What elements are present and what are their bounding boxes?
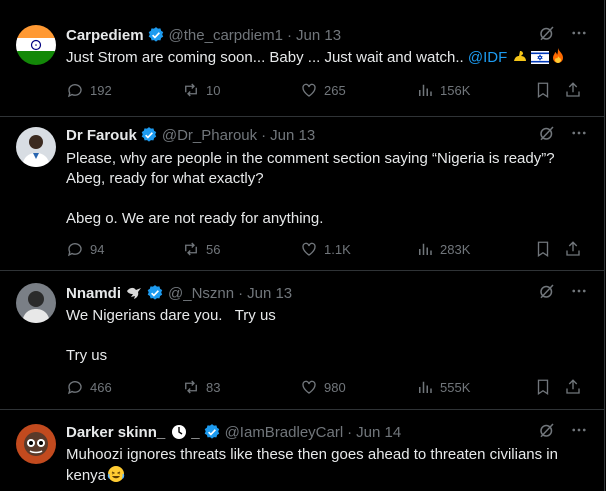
views-button[interactable]: 555K (416, 378, 470, 396)
bookmark-button[interactable] (534, 240, 552, 258)
author-name[interactable]: Carpediem (66, 27, 144, 44)
flexed-biceps-emoji-icon (511, 47, 529, 71)
more-options-icon[interactable] (570, 24, 588, 46)
views-count: 156K (440, 82, 471, 98)
like-button[interactable]: 265 (300, 81, 346, 99)
verified-badge-icon (146, 284, 164, 302)
grok-icon[interactable] (538, 282, 556, 304)
like-count: 1.1K (324, 241, 351, 257)
more-options-icon[interactable] (570, 421, 588, 443)
tweet-paragraph: Please, why are people in the comment se… (66, 150, 555, 187)
reply-count: 94 (90, 241, 105, 257)
share-button[interactable] (564, 240, 582, 258)
reply-count: 192 (90, 82, 112, 98)
fire-emoji-icon (549, 47, 567, 71)
like-count: 265 (324, 82, 346, 98)
tweet-carpediem[interactable]: Carpediem @the_carpdiem1 · Jun 13 Just S… (0, 0, 604, 117)
repost-count: 83 (206, 379, 221, 395)
author-name[interactable]: Nnamdi (66, 285, 121, 302)
author-handle[interactable]: @Dr_Pharouk (162, 127, 257, 144)
tweet-dr-farouk[interactable]: Dr Farouk @Dr_Pharouk · Jun 13 Please, w… (0, 117, 604, 271)
separator-dot: · (287, 26, 292, 44)
views-button[interactable]: 283K (416, 240, 470, 258)
reply-button[interactable]: 192 (66, 81, 112, 99)
laughing-tears-emoji-icon (107, 465, 125, 489)
tweet-text-content: Muhoozi ignores threats like these then … (66, 446, 558, 484)
avatar[interactable] (16, 283, 56, 323)
grok-icon[interactable] (538, 124, 556, 146)
avatar[interactable] (16, 25, 56, 65)
separator-dot: · (261, 126, 267, 144)
repost-count: 56 (206, 241, 221, 257)
like-button[interactable]: 1.1K (300, 240, 351, 258)
timeline-feed: Carpediem @the_carpdiem1 · Jun 13 Just S… (0, 0, 605, 491)
repost-button[interactable]: 56 (182, 240, 220, 258)
repost-count: 10 (206, 82, 221, 98)
tweet-text-content: Just Strom are coming soon... Baby ... J… (66, 49, 468, 66)
bookmark-button[interactable] (534, 81, 552, 99)
tweet-text: Muhoozi ignores threats like these then … (66, 445, 580, 489)
like-count: 980 (324, 379, 346, 395)
grok-icon[interactable] (538, 421, 556, 443)
tweet-nnamdi[interactable]: Nnamdi @_Nsznn · Jun 13 We Nigerians dar… (0, 271, 604, 410)
reply-count: 466 (90, 379, 112, 395)
reply-button[interactable]: 466 (66, 378, 112, 396)
views-button[interactable]: 156K (416, 81, 470, 99)
tweet-text: Just Strom are coming soon... Baby ... J… (66, 47, 584, 71)
author-name-suffix: _ (191, 423, 200, 441)
separator-dot: · (238, 284, 244, 302)
tweet-paragraph: Abeg o. We are not ready for anything. (66, 210, 324, 227)
repost-button[interactable]: 83 (182, 378, 220, 396)
verified-badge-icon (140, 126, 158, 144)
author-name[interactable]: Dr Farouk (66, 127, 137, 144)
timestamp[interactable]: Jun 14 (356, 424, 401, 441)
timestamp[interactable]: Jun 13 (247, 285, 292, 302)
tweet-text: We Nigerians dare you. Try us Try us (66, 306, 584, 366)
tweet-paragraph: Try us (66, 347, 108, 364)
author-handle[interactable]: @IamBradleyCarl (225, 424, 344, 441)
share-button[interactable] (564, 378, 582, 396)
tweet-text: Please, why are people in the comment se… (66, 149, 574, 229)
timestamp[interactable]: Jun 13 (270, 127, 315, 144)
more-options-icon[interactable] (570, 282, 588, 304)
israel-flag-emoji-icon (531, 50, 550, 64)
separator-dot: · (347, 423, 353, 441)
tweet-darker-skinn[interactable]: Darker skinn_ _ @IamBradleyCarl · Jun 14… (0, 410, 604, 491)
views-count: 283K (440, 241, 471, 257)
views-count: 555K (440, 379, 471, 395)
like-button[interactable]: 980 (300, 378, 346, 396)
tweet-paragraph: We Nigerians dare you. Try us (66, 307, 276, 324)
verified-badge-icon (147, 26, 165, 44)
author-handle[interactable]: @the_carpdiem1 (169, 27, 283, 44)
avatar[interactable] (16, 424, 56, 464)
clock-emoji-icon (171, 424, 187, 440)
author-handle[interactable]: @_Nsznn (168, 285, 234, 302)
more-options-icon[interactable] (570, 124, 588, 146)
avatar[interactable] (16, 127, 56, 167)
verified-badge-icon (203, 423, 221, 441)
eagle-emoji-icon (125, 285, 143, 301)
reply-button[interactable]: 94 (66, 240, 104, 258)
mention-link[interactable]: @IDF (468, 49, 507, 66)
share-button[interactable] (564, 81, 582, 99)
bookmark-button[interactable] (534, 378, 552, 396)
repost-button[interactable]: 10 (182, 81, 220, 99)
grok-icon[interactable] (538, 24, 556, 46)
timestamp[interactable]: Jun 13 (296, 27, 341, 44)
author-name[interactable]: Darker skinn_ (66, 424, 165, 441)
